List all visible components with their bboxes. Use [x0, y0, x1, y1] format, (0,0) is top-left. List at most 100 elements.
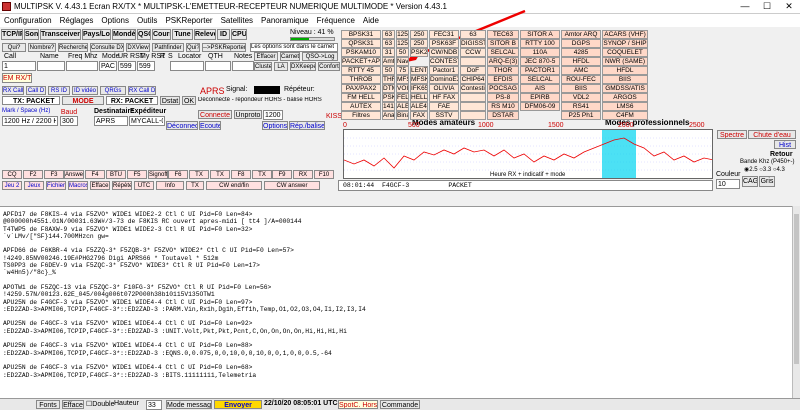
toolbar-btn-1[interactable]: Son — [24, 29, 39, 40]
mode-cell-4-8[interactable]: AMC — [561, 66, 601, 75]
toolbar-btn-6[interactable]: Courriel — [152, 29, 171, 40]
mode-cell-5-0[interactable]: THROB — [341, 75, 381, 84]
log-name-input[interactable] — [37, 61, 65, 71]
mode-cell-4-0[interactable]: RTTY 45 — [341, 66, 381, 75]
log-btn-2[interactable]: QSO->Log — [302, 52, 338, 61]
toolbar-btn-2[interactable]: Transceiver — [40, 29, 81, 40]
mode-cell-8-3[interactable]: ALE400 — [410, 102, 428, 111]
mode-cell-3-5[interactable] — [460, 57, 486, 66]
mode-cell-1-8[interactable]: DGPS — [561, 39, 601, 48]
menu-configuration[interactable]: Configuration — [4, 16, 52, 25]
mode-cell-2-5[interactable]: CCW — [460, 48, 486, 57]
spotc-button[interactable]: SpotC. Hors — [338, 400, 378, 409]
macro-btn-7[interactable]: Signoff — [148, 170, 168, 179]
efface-button[interactable]: Efface — [62, 400, 84, 409]
mode-cell-2-3[interactable]: PSK220F — [410, 48, 428, 57]
rx-btn-1[interactable]: Call D — [26, 86, 46, 95]
mode-cell-5-8[interactable]: ROU-FEC — [561, 75, 601, 84]
mode-cell-7-0[interactable]: FM HELL — [341, 93, 381, 102]
bande-4-3-radio[interactable]: ○4.3 — [773, 167, 785, 173]
mark-space-input[interactable] — [2, 116, 58, 126]
macro2-btn-3[interactable]: Macros — [68, 181, 88, 190]
hist-button[interactable]: Hist — [774, 140, 796, 149]
macro-btn-15[interactable]: F10 — [314, 170, 334, 179]
mode-cell-9-0[interactable]: Filtres — [341, 111, 381, 120]
mode-message-button[interactable]: Mode message — [166, 400, 212, 409]
mode-cell-5-2[interactable]: MFSK+PIC — [396, 75, 409, 84]
commande-button[interactable]: Commande — [380, 400, 420, 409]
macro-btn-14[interactable]: RX — [293, 170, 313, 179]
mode-cell-4-3[interactable]: LENTUS — [410, 66, 428, 75]
mode-cell-9-4[interactable]: SSTV — [429, 111, 459, 120]
mode-cell-8-5[interactable] — [460, 102, 486, 111]
mode-cell-3-2[interactable]: Navtex — [396, 57, 409, 66]
macro-btn-13[interactable]: F9 — [272, 170, 292, 179]
mode-cell-6-8[interactable]: BIIS — [561, 84, 601, 93]
unproto-button[interactable]: Unproto — [234, 110, 262, 119]
mode-cell-8-4[interactable]: FAE — [429, 102, 459, 111]
macro-btn-8[interactable]: F6 — [168, 170, 188, 179]
rx-btn-3[interactable]: ID vidéo — [72, 86, 98, 95]
menu-aide[interactable]: Aide — [363, 16, 379, 25]
menu-pskreporter[interactable]: PSKReporter — [165, 16, 212, 25]
log-btn-3[interactable]: Cluster — [254, 62, 272, 71]
gris-button[interactable]: Gris — [759, 176, 775, 187]
mode-cell-4-6[interactable]: THOR — [487, 66, 519, 75]
mode-cell-7-1[interactable]: PSK HI — [382, 93, 395, 102]
macro2-btn-4[interactable]: Efface — [90, 181, 110, 190]
mode-cell-0-7[interactable]: SITOR A — [520, 30, 560, 39]
val-1200-input[interactable] — [263, 110, 283, 120]
lookup-btn-4[interactable]: DXView — [126, 43, 150, 52]
log-call-input[interactable] — [2, 61, 36, 71]
fonts-button[interactable]: Fonts — [36, 400, 60, 409]
mode-cell-5-7[interactable]: SELCAL — [520, 75, 560, 84]
menu-satellites[interactable]: Satellites — [221, 16, 253, 25]
mode-cell-2-1[interactable]: 31 — [382, 48, 395, 57]
log-freq-input[interactable] — [66, 61, 98, 71]
macro-btn-9[interactable]: TX — [189, 170, 209, 179]
mode-cell-2-4[interactable]: CW/NDB — [429, 48, 459, 57]
mode-cell-3-9[interactable]: NWR (SAME) — [602, 57, 648, 66]
mode-cell-4-5[interactable]: DoF — [460, 66, 486, 75]
mode-cell-1-1[interactable]: 63 — [382, 39, 395, 48]
mode-cell-0-9[interactable]: ACARS (VHF) — [602, 30, 648, 39]
dest-input[interactable] — [94, 116, 128, 126]
macro-btn-2[interactable]: F3 — [44, 170, 64, 179]
mode-cell-1-5[interactable]: DIGISSTV — [460, 39, 486, 48]
macro2-btn-9[interactable]: CW end/fin — [206, 181, 262, 190]
mode-cell-0-2[interactable]: 125 — [396, 30, 409, 39]
log-btn-1[interactable]: Carnet — [280, 52, 300, 61]
mode-cell-8-1[interactable]: 141A (ALE) — [382, 102, 395, 111]
macro-btn-4[interactable]: F4 — [85, 170, 105, 179]
mode-cell-3-4[interactable]: CONTESTIA — [429, 57, 459, 66]
log-btn-4[interactable]: LA — [274, 62, 288, 71]
mode-cell-6-2[interactable]: VOICE — [396, 84, 409, 93]
toolbar-btn-7[interactable]: Tune — [172, 29, 193, 40]
mode-cell-0-3[interactable]: 250 — [410, 30, 428, 39]
hauteur-input[interactable] — [146, 400, 162, 410]
log-ur-rst-input[interactable] — [118, 61, 136, 71]
mode-cell-5-6[interactable]: EFDIS — [487, 75, 519, 84]
minimize-button[interactable]: — — [734, 1, 756, 12]
log-btn-0[interactable]: Effacer — [254, 52, 278, 61]
rx-btn-0[interactable]: RX Call — [2, 86, 24, 95]
options-button[interactable]: Options — [262, 121, 288, 130]
macro-btn-11[interactable]: F8 — [231, 170, 251, 179]
macro2-btn-7[interactable]: Info — [156, 181, 184, 190]
mode-cell-9-8[interactable]: P25 Ph1 — [561, 111, 601, 120]
mode-cell-2-2[interactable]: 50 — [396, 48, 409, 57]
macro-btn-12[interactable]: TX — [252, 170, 272, 179]
mode-cell-2-9[interactable]: COQUELET — [602, 48, 648, 57]
mode-cell-9-9[interactable]: C4FM — [602, 111, 648, 120]
toolbar-btn-9[interactable]: ID — [217, 29, 230, 40]
macro2-btn-0[interactable]: Jeu 2 — [2, 181, 22, 190]
mode-cell-7-4[interactable]: HF FAX — [429, 93, 459, 102]
mode-cell-5-4[interactable]: DominoEX — [429, 75, 459, 84]
mode-cell-4-9[interactable]: HFDL — [602, 66, 648, 75]
log-qth-input[interactable] — [205, 61, 231, 71]
mode-cell-8-6[interactable]: RS M10 — [487, 102, 519, 111]
mode-cell-6-0[interactable]: PAX/PAX2 — [341, 84, 381, 93]
couleur-input[interactable] — [716, 179, 740, 189]
rx-btn-5[interactable]: RX Call D — [128, 86, 156, 95]
log-btn-5[interactable]: DXKeeper — [290, 62, 316, 71]
